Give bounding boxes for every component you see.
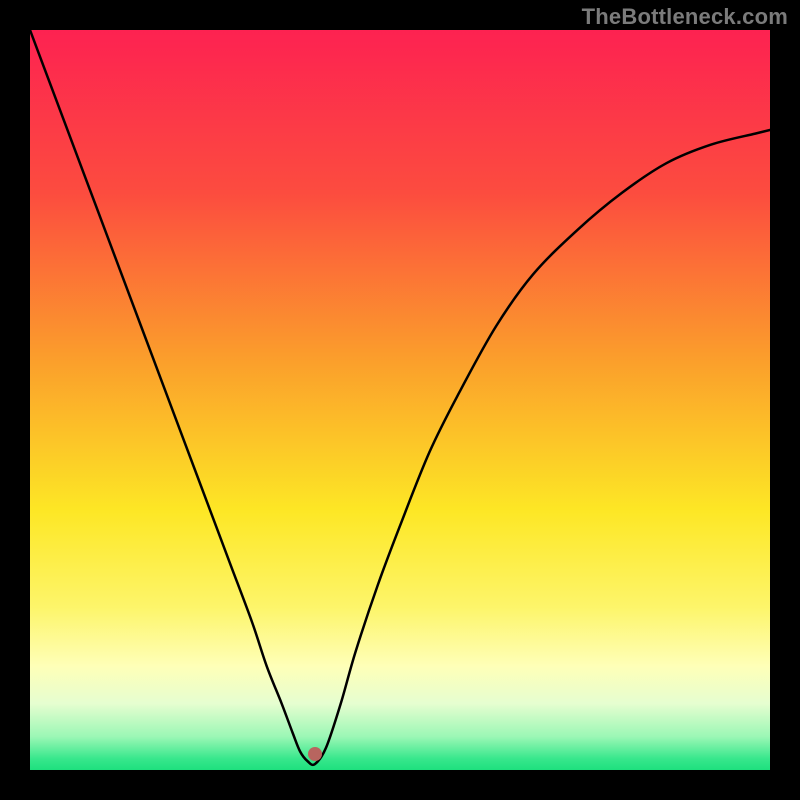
- plot-area: [30, 30, 770, 770]
- curve-layer: [30, 30, 770, 770]
- chart-frame: TheBottleneck.com: [0, 0, 800, 800]
- min-marker: [308, 747, 322, 761]
- bottleneck-curve: [30, 30, 770, 765]
- watermark-text: TheBottleneck.com: [582, 4, 788, 30]
